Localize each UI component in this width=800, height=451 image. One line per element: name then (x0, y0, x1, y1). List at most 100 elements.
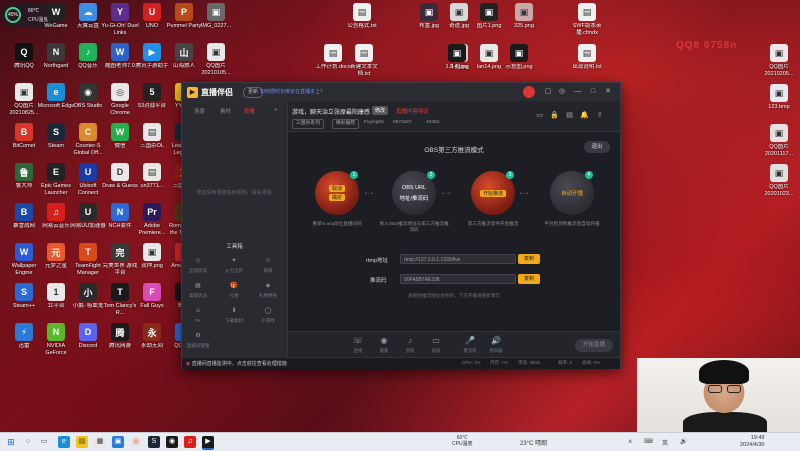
bottom-tool-4[interactable]: 🎤 麦克风 (458, 336, 482, 354)
tool-4[interactable]: 🎁 礼物 (218, 281, 250, 299)
tool-icon: 🎁 (230, 283, 238, 289)
ime-icon[interactable]: 英 (662, 438, 668, 447)
tab-material[interactable]: 素材 (220, 107, 231, 115)
bottom-tool-label: 连线 (353, 348, 363, 353)
recommend-chip[interactable]: 精彩推荐 (332, 119, 360, 129)
desktop-icon-r8[interactable]: ▤ 新建文本文档.txt (345, 44, 383, 77)
user-avatar[interactable] (523, 86, 535, 98)
app-icon: U (143, 3, 161, 21)
keyboard-icon[interactable]: ⌨ (644, 438, 653, 445)
stream-key-input[interactable]: 90FA5B7AE338 (400, 274, 516, 284)
app-icon: Q (15, 43, 33, 61)
app-icon: ▣ (770, 84, 788, 102)
windows-start-icon[interactable]: ⊞ (5, 436, 17, 448)
step-line: 自动开播 (560, 191, 583, 197)
tab-scene[interactable]: 场景 (194, 107, 205, 115)
copy-rtmp-button[interactable]: 复制 (518, 254, 540, 264)
chrome-taskbar-icon[interactable]: ◎ (130, 436, 142, 448)
bottom-tool-5[interactable]: 🔊 扬声器 (484, 336, 508, 354)
tool-1[interactable]: ✦ 火力全开 (218, 256, 250, 274)
windows-taskbar: ⊞ ○ ▭ e ▤ ▦ ▣ ◎ S ◉ ♫ ▶ 60℃ CPU温度 23°C 晴朗… (0, 432, 800, 451)
start-live-button[interactable]: 开始直播 (575, 339, 613, 352)
store-taskbar-icon[interactable]: ▦ (94, 436, 106, 448)
bottom-tool-3[interactable]: ▭ 投屏 (424, 336, 448, 354)
explorer-taskbar-icon[interactable]: ▤ (76, 436, 88, 448)
bell-icon[interactable]: 🔔 (580, 111, 589, 120)
edit-title-button[interactable]: 修改 (372, 106, 389, 115)
app-icon: ▣ (770, 124, 788, 142)
icon-label: 图片1.png (476, 23, 502, 29)
edge-taskbar-icon[interactable]: e (58, 436, 70, 448)
app-icon: ▶ (143, 43, 161, 61)
steam-taskbar-icon[interactable]: S (148, 436, 160, 448)
icon-label: 325.png (514, 23, 534, 29)
add-icon[interactable]: + (274, 107, 277, 113)
desktop-icon-r5[interactable]: ▤ SWF版本英播.cfmdx (568, 3, 606, 36)
bottom-tool-icon: 🎤 (465, 336, 475, 345)
weather-widget[interactable]: 23°C 晴朗 (520, 438, 547, 447)
app-icon: ▤ (578, 44, 596, 62)
bottom-tool-2[interactable]: ♪ 音效 (398, 336, 422, 354)
desktop-icon-r0[interactable]: ▤ 公告格式.txt (343, 3, 381, 30)
minimize-icon[interactable]: — (573, 87, 583, 97)
app-icon: ▣ (15, 83, 33, 101)
tab-watch[interactable]: 观看 (244, 107, 255, 115)
app-icon: B (15, 203, 33, 221)
desktop-icon-r15[interactable]: ▣ QQ图片 20201117... (760, 124, 798, 157)
settings-icon[interactable]: ◎ (557, 87, 567, 97)
room-owner: Fuying56 (364, 120, 384, 125)
chart-icon[interactable]: ▤ (565, 111, 574, 120)
livestream-taskbar-icon[interactable]: ▶ (202, 436, 214, 450)
desktop-icon-r14[interactable]: ▣ 123.bmp (760, 84, 798, 111)
desktop-icon-r11[interactable]: ▣ 示意图.png (500, 44, 538, 71)
status-message[interactable]: ◉ 直播间直播监测中，点击前往查看处理措施 (186, 360, 287, 367)
app-icon: ▣ (420, 3, 438, 21)
tool-3[interactable]: ▤ 高级玩法 (182, 281, 214, 299)
desktop-icon-6[interactable]: ▣ IMG_0227... (197, 3, 235, 30)
tool-7[interactable]: ⬇ 下载素材 (218, 306, 250, 324)
logo-text: 直播伴侣 (201, 87, 233, 97)
exit-mode-button[interactable]: 退出 (584, 141, 610, 153)
glasses-left (708, 385, 722, 393)
app-icon: ♪ (79, 43, 97, 61)
share-screen-icon[interactable]: ▭ (535, 111, 544, 120)
rtmp-input[interactable]: rtmp://127.0.0.1:1935/live (400, 254, 516, 264)
volume-icon[interactable]: 🔊 (680, 438, 687, 445)
taskbar-clock[interactable]: 19:49 2024/4/30 (740, 435, 764, 449)
netease-taskbar-icon[interactable]: ♫ (184, 436, 196, 448)
stream-key-label: 推流码 (370, 278, 387, 284)
obs-taskbar-icon[interactable]: ◉ (166, 436, 178, 448)
room-id: 6873467 (393, 120, 412, 125)
bottom-tool-1[interactable]: ◉ 观看 (372, 336, 396, 354)
app-icon: 元 (47, 243, 65, 261)
bottom-tool-0[interactable]: ☏ 连线 (346, 336, 370, 354)
desktop-icon-13[interactable]: ▣ QQ图片 20210105... (197, 43, 235, 76)
tool-9[interactable]: ⚙ 直播间管理 (182, 331, 214, 349)
bottom-tool-label: 观看 (379, 348, 389, 353)
tool-0[interactable]: ◇ 互动玩法 (182, 256, 214, 274)
skin-icon[interactable]: ▢ (543, 87, 553, 97)
app-icon: ▣ (480, 44, 498, 62)
desktop-icon-r16[interactable]: ▣ QQ图片 20201023... (760, 164, 798, 197)
notice-link[interactable]: 如何把时长绑定在直播本上？ (260, 88, 325, 95)
desktop-icon-r4[interactable]: ▣ 325.png (505, 3, 543, 30)
desktop-icon-r12[interactable]: ▤ 出现说明.txt (568, 44, 606, 71)
desktop-icon-r3[interactable]: ▣ 图片1.png (470, 3, 508, 30)
share-icon[interactable]: ⇪ (595, 111, 604, 120)
tray-expand-icon[interactable]: ∧ (628, 438, 632, 445)
maximize-icon[interactable]: □ (588, 87, 598, 97)
lock-icon[interactable]: 🔒 (550, 111, 559, 120)
category-chip[interactable]: 三国杀系列 (292, 119, 324, 129)
desktop-icon-r13[interactable]: ▣ QQ图片 20210205... (760, 44, 798, 77)
tool-6[interactable]: ⚔ PK (182, 306, 214, 323)
tool-5[interactable]: ◈ 礼物特效 (252, 281, 284, 299)
task-view-icon[interactable]: ▭ (38, 436, 50, 448)
app-taskbar-icon[interactable]: ▣ (112, 436, 124, 448)
tool-8[interactable]: ◯ 小游戏 (252, 306, 284, 324)
tool-2[interactable]: ☺ 表情 (252, 256, 284, 274)
search-icon[interactable]: ○ (22, 436, 34, 448)
close-icon[interactable]: ✕ (603, 87, 613, 97)
copy-key-button[interactable]: 复制 (518, 274, 540, 284)
step-2-desc: 填入OBS推流地址与第三方推流推流码 (379, 221, 449, 232)
app-icon: W (15, 243, 33, 261)
